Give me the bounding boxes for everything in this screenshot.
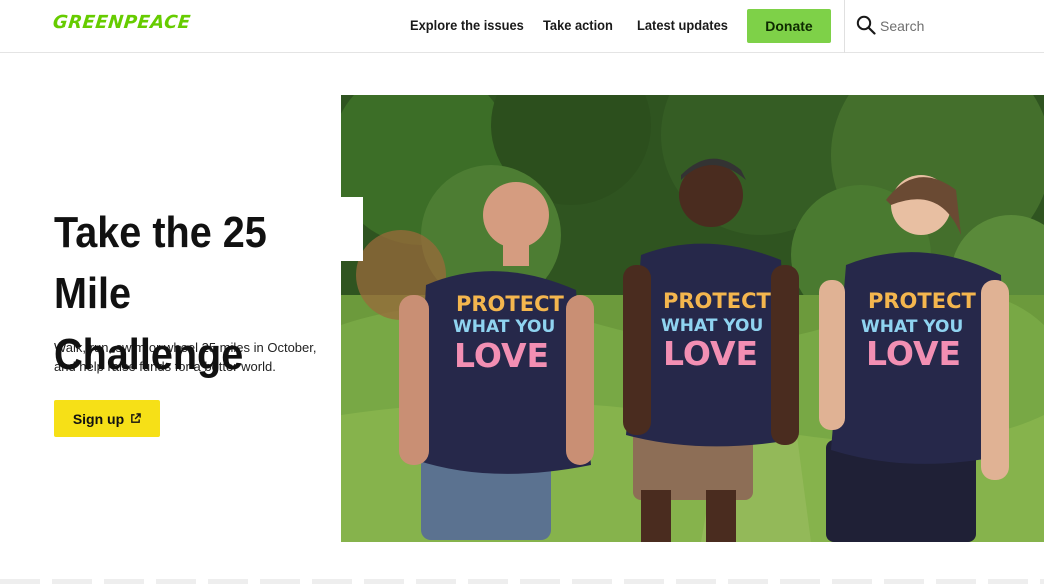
search-input[interactable] <box>880 16 1030 36</box>
nav-latest-updates[interactable]: Latest updates <box>637 17 728 33</box>
shirt-text-2a: PROTECT <box>663 289 771 313</box>
nav-explore-the-issues[interactable]: Explore the issues <box>410 17 524 33</box>
nav-take-action[interactable]: Take action <box>543 17 613 33</box>
sign-up-button[interactable]: Sign up <box>54 400 160 437</box>
page-title: Take the 25 Mile Challenge <box>54 202 333 385</box>
hero-photo: PROTECT WHAT YOU LOVE PROTECT WHAT YOU L… <box>341 95 1044 542</box>
site-header: GREENPEACE Explore the issues Take actio… <box>0 0 1044 53</box>
sign-up-label: Sign up <box>72 410 125 427</box>
title-backdrop <box>340 197 363 261</box>
next-section-edge <box>0 579 1044 584</box>
shirt-text-1a: PROTECT <box>456 292 564 316</box>
donate-button[interactable]: Donate <box>747 9 831 43</box>
shirt-text-1b: WHAT YOU <box>453 317 555 337</box>
greenpeace-logo[interactable]: GREENPEACE <box>52 12 192 33</box>
title-line-2: Challenge <box>54 330 244 379</box>
external-link-icon <box>131 413 141 423</box>
shirt-text-2c: LOVE <box>663 334 758 373</box>
title-line-1: Take the 25 Mile <box>54 208 267 318</box>
shirt-text-3a: PROTECT <box>868 289 976 313</box>
search-icon[interactable] <box>856 15 876 35</box>
header-divider <box>844 0 845 53</box>
shirt-text-1c: LOVE <box>454 336 549 375</box>
shirt-text-2b: WHAT YOU <box>661 316 763 336</box>
shirt-text-3c: LOVE <box>866 334 961 373</box>
